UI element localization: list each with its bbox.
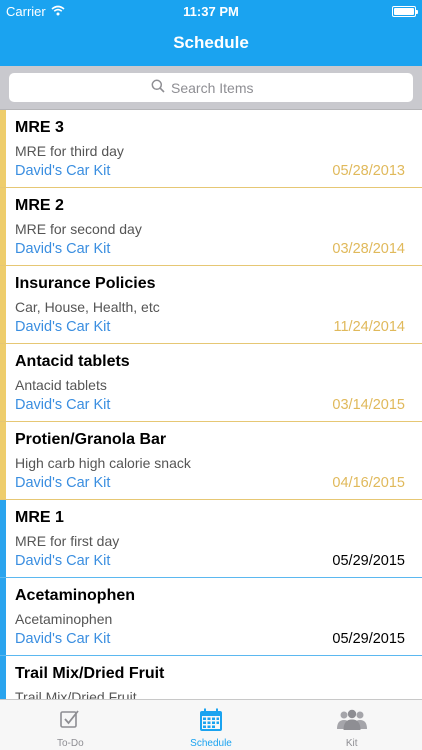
- navigation-header: Carrier 11:37 PM Schedule: [0, 0, 422, 66]
- item-kit-link[interactable]: David's Car Kit: [15, 163, 110, 179]
- list-item[interactable]: Acetaminophen Acetaminophen David's Car Ki…: [0, 578, 422, 656]
- tab-label: Kit: [345, 738, 358, 749]
- item-date: 05/29/2015: [332, 631, 405, 647]
- item-kit-link[interactable]: David's Car Kit: [15, 397, 110, 413]
- item-date: 11/24/2014: [333, 319, 406, 335]
- checkbox-icon: [59, 708, 81, 732]
- item-kit-link[interactable]: David's Car Kit: [15, 553, 110, 569]
- item-title: MRE 1: [15, 509, 64, 526]
- status-bar-indicator: [0, 422, 6, 499]
- calendar-icon: [199, 708, 223, 732]
- item-description: Acetaminophen: [15, 611, 113, 627]
- status-bar-indicator: [0, 344, 6, 421]
- schedule-list: MRE 3 MRE for third day David's Car Kit 05/…: [0, 110, 422, 699]
- status-bar: Carrier 11:37 PM: [0, 0, 422, 24]
- item-description: High carb high calorie snack: [15, 455, 191, 471]
- list-item[interactable]: Insurance Policies Car, House, Health, et…: [0, 266, 422, 344]
- item-kit-link[interactable]: David's Car Kit: [15, 319, 110, 335]
- item-date: 03/14/2015: [332, 397, 405, 413]
- item-kit-link[interactable]: David's Car Kit: [15, 241, 110, 257]
- list-item[interactable]: MRE 2 MRE for second day David's Car Kit 03…: [0, 188, 422, 266]
- list-item[interactable]: Antacid tablets Antacid tablets David's Ca…: [0, 344, 422, 422]
- item-description: Antacid tablets: [15, 377, 107, 393]
- item-description: MRE for third day: [15, 143, 124, 159]
- item-date: 03/28/2014: [332, 241, 405, 257]
- search-bar: [0, 66, 422, 110]
- item-kit-link[interactable]: David's Car Kit: [15, 475, 110, 491]
- item-title: Protien/Granola Bar: [15, 431, 167, 448]
- tab-bar: To-Do Schedule Kit: [0, 699, 422, 750]
- item-description: MRE for first day: [15, 533, 120, 549]
- tab-label: To-Do: [56, 738, 84, 749]
- item-description: MRE for second day: [15, 221, 142, 237]
- item-description: Car, House, Health, etc: [15, 299, 160, 315]
- status-bar-indicator: [0, 500, 6, 577]
- list-item[interactable]: MRE 3 MRE for third day David's Car Kit 05/…: [0, 110, 422, 188]
- status-bar-indicator: [0, 266, 6, 343]
- item-title: Trail Mix/Dried Fruit: [15, 665, 165, 682]
- item-title: MRE 3: [15, 119, 64, 136]
- status-bar-indicator: [0, 578, 6, 655]
- item-date: 05/28/2013: [332, 163, 405, 179]
- battery-icon: [392, 6, 418, 17]
- tab-schedule[interactable]: Schedule: [141, 700, 282, 750]
- status-bar-indicator: [0, 188, 6, 265]
- tab-kit[interactable]: Kit: [281, 700, 422, 750]
- search-field[interactable]: [9, 73, 413, 102]
- page-title: Schedule: [173, 33, 249, 52]
- status-time: 11:37 PM: [183, 4, 239, 19]
- item-description: Trail Mix/Dried Fruit: [15, 689, 137, 699]
- item-date: 04/16/2015: [332, 475, 405, 491]
- search-icon: [151, 79, 165, 96]
- item-title: MRE 2: [15, 197, 64, 214]
- tab-to-do[interactable]: To-Do: [0, 700, 141, 750]
- list-item[interactable]: MRE 1 MRE for first day David's Car Kit 05/…: [0, 500, 422, 578]
- status-bar-indicator: [0, 656, 6, 699]
- item-title: Acetaminophen: [15, 587, 136, 604]
- people-icon: [336, 708, 368, 732]
- list-item[interactable]: Protien/Granola Bar High carb high calori…: [0, 422, 422, 500]
- status-bar-indicator: [0, 110, 6, 187]
- list-item[interactable]: Trail Mix/Dried Fruit Trail Mix/Dried Fru…: [0, 656, 422, 699]
- item-kit-link[interactable]: David's Car Kit: [15, 631, 110, 647]
- item-title: Insurance Policies: [15, 275, 156, 292]
- item-title: Antacid tablets: [15, 353, 130, 370]
- item-date: 05/29/2015: [332, 553, 405, 569]
- search-input[interactable]: [171, 79, 271, 96]
- tab-label: Schedule: [190, 738, 232, 749]
